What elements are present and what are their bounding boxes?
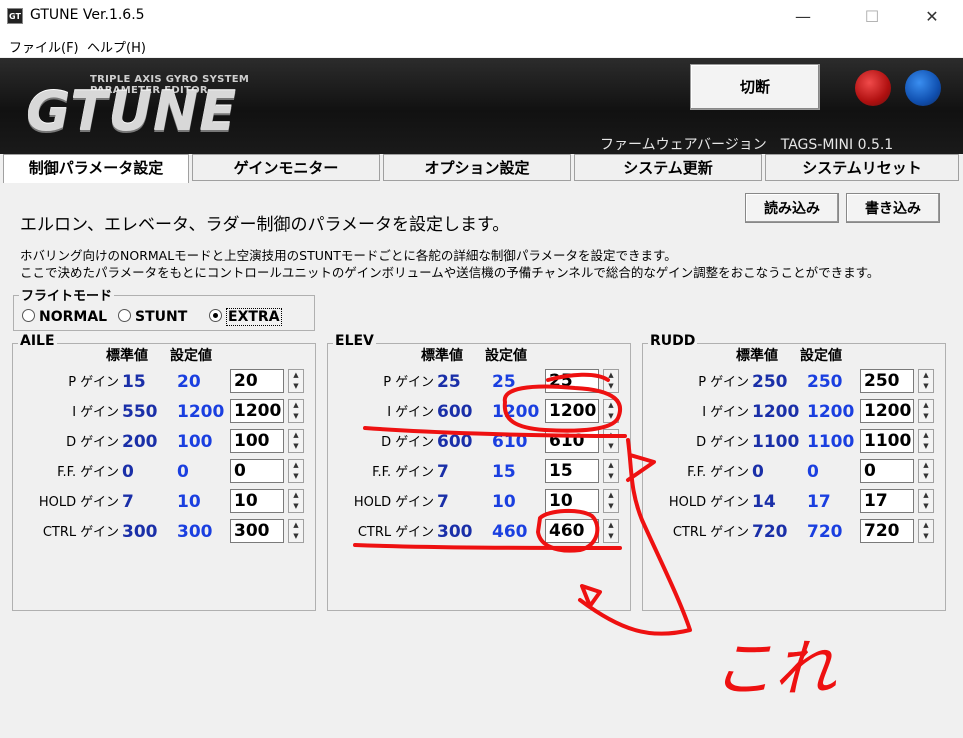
- annotation-circle-p-gain: [546, 372, 610, 382]
- annotation-circle-i-gain: [502, 384, 623, 433]
- annotation-circle-ctrl-gain: [536, 509, 600, 553]
- annotation-text: これ: [712, 632, 837, 705]
- red-annotation-overlay: これ: [353, 372, 837, 705]
- annotation-underline-ctrl-gain: [353, 543, 622, 550]
